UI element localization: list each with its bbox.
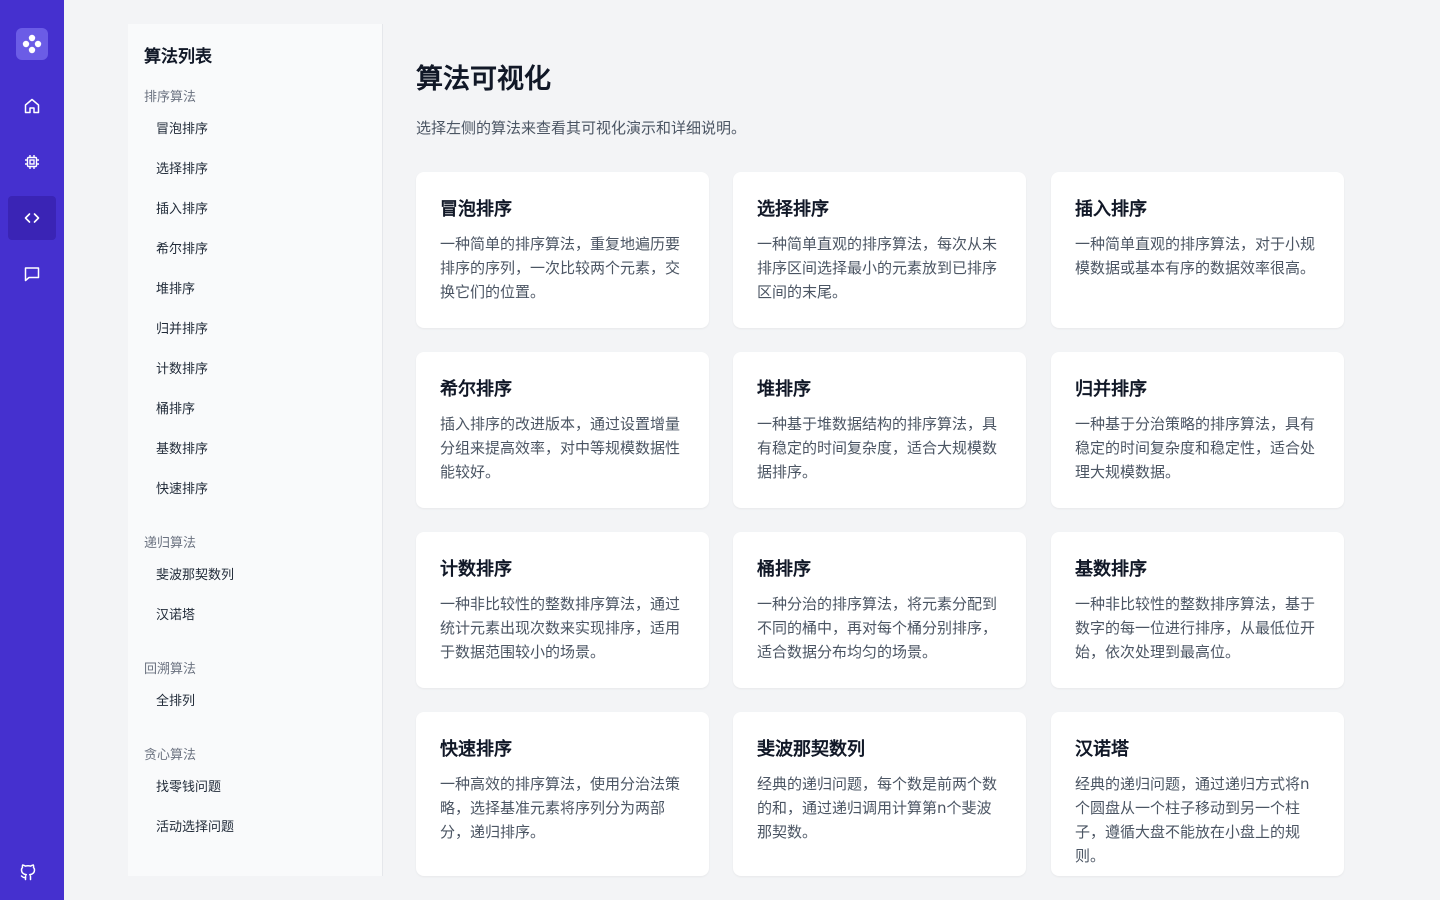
card-description: 一种非比较性的整数排序算法，通过统计元素出现次数来实现排序，适用于数据范围较小的… <box>440 595 681 661</box>
card-title: 桶排序 <box>757 559 811 580</box>
card-title: 插入排序 <box>1075 199 1147 220</box>
sidebar-item[interactable]: 全排列 <box>156 692 356 712</box>
algorithm-card[interactable]: 插入排序一种简单直观的排序算法，对于小规模数据或基本有序的数据效率很高。 <box>1051 172 1344 328</box>
sidebar-item[interactable]: 希尔排序 <box>156 240 356 260</box>
sidebar-group-title: 贪心算法 <box>144 748 197 763</box>
algorithm-card[interactable]: 桶排序一种分治的排序算法，将元素分配到不同的桶中，再对每个桶分别排序，适合数据分… <box>733 532 1026 688</box>
chat-icon <box>23 265 41 283</box>
algorithm-card[interactable]: 基数排序一种非比较性的整数排序算法，基于数字的每一位进行排序，从最低位开始，依次… <box>1051 532 1344 688</box>
card-title: 冒泡排序 <box>440 199 512 220</box>
sidebar-item[interactable]: 选择排序 <box>156 160 356 180</box>
card-title: 斐波那契数列 <box>757 739 865 760</box>
sidebar-item[interactable]: 计数排序 <box>156 360 356 380</box>
algorithm-card[interactable]: 希尔排序插入排序的改进版本，通过设置增量分组来提高效率，对中等规模数据性能较好。 <box>416 352 709 508</box>
page-description: 选择左侧的算法来查看其可视化演示和详细说明。 <box>416 119 747 137</box>
card-description: 经典的递归问题，通过递归方式将n个圆盘从一个柱子移动到另一个柱子，遵循大盘不能放… <box>1075 775 1310 865</box>
card-title: 堆排序 <box>757 379 811 400</box>
home-icon <box>23 97 41 115</box>
card-description: 一种简单直观的排序算法，对于小规模数据或基本有序的数据效率很高。 <box>1075 235 1316 277</box>
algorithm-card[interactable]: 汉诺塔经典的递归问题，通过递归方式将n个圆盘从一个柱子移动到另一个柱子，遵循大盘… <box>1051 712 1344 876</box>
algorithm-card[interactable]: 冒泡排序一种简单的排序算法，重复地遍历要排序的序列，一次比较两个元素，交换它们的… <box>416 172 709 328</box>
sidebar-title: 算法列表 <box>144 47 212 67</box>
card-description: 一种基于分治策略的排序算法，具有稳定的时间复杂度和稳定性，适合处理大规模数据。 <box>1075 415 1316 481</box>
card-title: 选择排序 <box>757 199 829 220</box>
sidebar-item[interactable]: 冒泡排序 <box>156 120 356 140</box>
card-title: 基数排序 <box>1075 559 1147 580</box>
sidebar-item[interactable]: 堆排序 <box>156 280 356 300</box>
sidebar-group-title: 递归算法 <box>144 536 197 551</box>
card-description: 一种基于堆数据结构的排序算法，具有稳定的时间复杂度，适合大规模数据排序。 <box>757 415 998 481</box>
nav-chip-button[interactable] <box>8 140 56 184</box>
code-icon <box>23 209 41 227</box>
nav-chat-button[interactable] <box>8 252 56 296</box>
card-description: 经典的递归问题，每个数是前两个数的和，通过递归调用计算第n个斐波那契数。 <box>757 775 998 841</box>
sidebar-item[interactable]: 找零钱问题 <box>156 778 356 798</box>
sidebar-item[interactable]: 活动选择问题 <box>156 818 356 838</box>
github-icon[interactable] <box>16 860 40 884</box>
card-description: 插入排序的改进版本，通过设置增量分组来提高效率，对中等规模数据性能较好。 <box>440 415 681 481</box>
card-description: 一种分治的排序算法，将元素分配到不同的桶中，再对每个桶分别排序，适合数据分布均匀… <box>757 595 998 661</box>
card-title: 计数排序 <box>440 559 512 580</box>
nav-rail <box>0 0 64 900</box>
card-description: 一种简单的排序算法，重复地遍历要排序的序列，一次比较两个元素，交换它们的位置。 <box>440 235 681 301</box>
app-logo-icon[interactable] <box>16 28 48 60</box>
card-description: 一种简单直观的排序算法，每次从未排序区间选择最小的元素放到已排序区间的末尾。 <box>757 235 998 301</box>
sidebar-item[interactable]: 插入排序 <box>156 200 356 220</box>
nav-home-button[interactable] <box>8 84 56 128</box>
sidebar-item[interactable]: 桶排序 <box>156 400 356 420</box>
page-title: 算法可视化 <box>416 64 551 95</box>
card-title: 快速排序 <box>440 739 512 760</box>
sidebar-group-title: 回溯算法 <box>144 662 197 677</box>
sidebar-item[interactable]: 快速排序 <box>156 480 356 500</box>
card-title: 汉诺塔 <box>1075 739 1129 760</box>
card-description: 一种高效的排序算法，使用分治法策略，选择基准元素将序列分为两部分，递归排序。 <box>440 775 681 841</box>
sidebar-group-title: 排序算法 <box>144 90 197 105</box>
nav-code-button[interactable] <box>8 196 56 240</box>
algorithm-sidebar: 算法列表 排序算法冒泡排序选择排序插入排序希尔排序堆排序归并排序计数排序桶排序基… <box>128 24 383 876</box>
algorithm-card[interactable]: 归并排序一种基于分治策略的排序算法，具有稳定的时间复杂度和稳定性，适合处理大规模… <box>1051 352 1344 508</box>
sidebar-item[interactable]: 归并排序 <box>156 320 356 340</box>
card-title: 希尔排序 <box>440 379 512 400</box>
algorithm-card[interactable]: 斐波那契数列经典的递归问题，每个数是前两个数的和，通过递归调用计算第n个斐波那契… <box>733 712 1026 876</box>
algorithm-card[interactable]: 选择排序一种简单直观的排序算法，每次从未排序区间选择最小的元素放到已排序区间的末… <box>733 172 1026 328</box>
sidebar-item[interactable]: 基数排序 <box>156 440 356 460</box>
card-title: 归并排序 <box>1075 379 1147 400</box>
chip-icon <box>23 153 41 171</box>
sidebar-item[interactable]: 汉诺塔 <box>156 606 356 626</box>
sidebar-item[interactable]: 斐波那契数列 <box>156 566 356 586</box>
algorithm-card[interactable]: 快速排序一种高效的排序算法，使用分治法策略，选择基准元素将序列分为两部分，递归排… <box>416 712 709 876</box>
algorithm-card[interactable]: 堆排序一种基于堆数据结构的排序算法，具有稳定的时间复杂度，适合大规模数据排序。 <box>733 352 1026 508</box>
algorithm-card[interactable]: 计数排序一种非比较性的整数排序算法，通过统计元素出现次数来实现排序，适用于数据范… <box>416 532 709 688</box>
card-description: 一种非比较性的整数排序算法，基于数字的每一位进行排序，从最低位开始，依次处理到最… <box>1075 595 1316 661</box>
